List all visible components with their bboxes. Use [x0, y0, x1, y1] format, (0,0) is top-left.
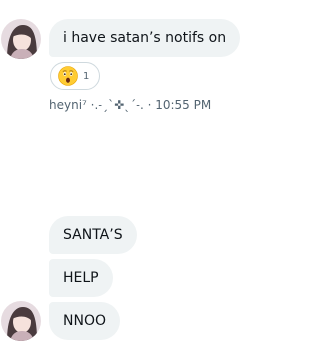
reaction-pill[interactable]: 1 — [50, 62, 101, 90]
message-text: SANTA’S — [63, 227, 123, 243]
message-meta: heyni⁷ ·.˗ˏˋ✜ˎˊ˗. · 10:55 PM — [49, 98, 212, 112]
message-text: i have satan’s notifs on — [63, 30, 227, 46]
sender-avatar[interactable] — [1, 19, 41, 59]
message-bubble-2[interactable]: SANTA’S — [49, 216, 137, 254]
sender-avatar[interactable] — [1, 301, 41, 341]
message-bubble-3[interactable]: HELP — [49, 259, 113, 297]
astonished-face-icon — [58, 66, 78, 86]
message-bubble-4[interactable]: NNOO — [49, 302, 120, 340]
message-text: NNOO — [63, 313, 106, 329]
avatar-photo — [1, 301, 41, 341]
message-bubble-1[interactable]: i have satan’s notifs on — [49, 19, 241, 57]
avatar-photo — [1, 19, 41, 59]
message-text: HELP — [63, 270, 99, 286]
reaction-count: 1 — [83, 70, 90, 82]
